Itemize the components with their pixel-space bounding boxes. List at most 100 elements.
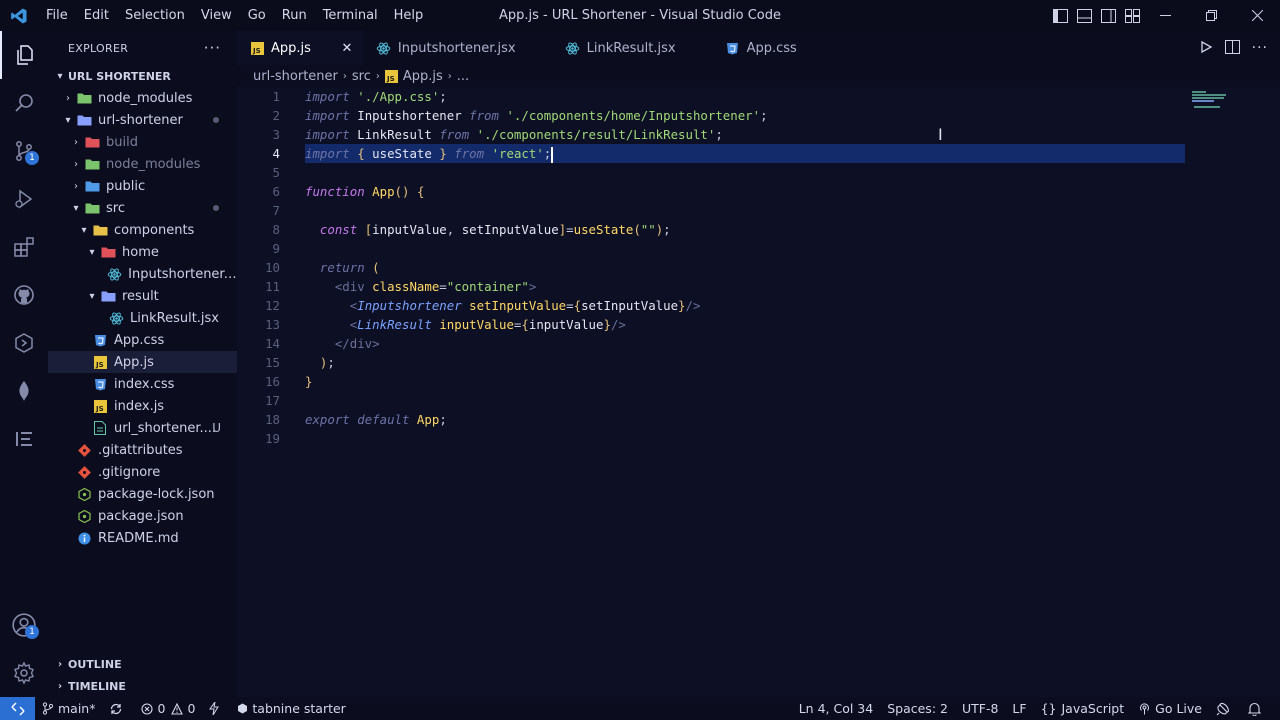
restore-icon[interactable] — [1188, 0, 1234, 31]
cursor-position[interactable]: Ln 4, Col 34 — [792, 697, 881, 720]
remote-indicator-icon[interactable] — [0, 697, 35, 720]
extensions-icon[interactable] — [0, 223, 48, 271]
feedback-icon[interactable] — [1209, 697, 1241, 720]
split-editor-icon[interactable] — [1224, 39, 1240, 58]
menu-go[interactable]: Go — [240, 0, 274, 31]
chevron-right-icon: › — [66, 92, 70, 104]
line-number: 2 — [272, 108, 280, 123]
lightning-icon[interactable] — [202, 697, 230, 720]
timeline-section[interactable]: › TIMELINE — [48, 675, 237, 697]
branch-name: main* — [58, 701, 96, 716]
tree-item[interactable]: › node_modules — [48, 153, 237, 175]
line-number: 10 — [265, 260, 280, 275]
chevron-down-icon: ▾ — [73, 202, 79, 214]
outline-section[interactable]: › OUTLINE — [48, 653, 237, 675]
run-debug-icon[interactable] — [0, 175, 48, 223]
tree-item[interactable]: LinkResult.jsx — [48, 307, 237, 329]
notifications-bell-icon[interactable] — [1241, 697, 1272, 720]
sync-icon[interactable] — [102, 697, 134, 720]
problems[interactable]: 0 0 — [134, 697, 202, 720]
tree-item[interactable]: ▾ src — [48, 197, 237, 219]
tree-item[interactable]: .gitignore — [48, 461, 237, 483]
tree-item[interactable]: App.css — [48, 329, 237, 351]
menu-run[interactable]: Run — [274, 0, 315, 31]
more-actions-icon[interactable]: ··· — [204, 39, 221, 57]
breadcrumb-item[interactable]: src — [352, 69, 371, 84]
editor-actions: ··· — [1199, 31, 1268, 65]
tree-item[interactable]: › build — [48, 131, 237, 153]
git-branch[interactable]: main* — [35, 697, 102, 720]
toggle-panel-icon[interactable] — [1076, 8, 1092, 24]
end-of-line[interactable]: LF — [1005, 697, 1033, 720]
encoding[interactable]: UTF-8 — [955, 697, 1005, 720]
code-token: function — [305, 184, 365, 199]
toggle-primary-sidebar-icon[interactable] — [1052, 8, 1068, 24]
tree-item[interactable]: README.md — [48, 527, 237, 549]
breadcrumb-item[interactable]: ... — [457, 69, 469, 84]
tree-item[interactable]: JS App.js — [48, 351, 237, 373]
more-editor-actions-icon[interactable]: ··· — [1252, 40, 1268, 56]
tree-item[interactable]: package.json — [48, 505, 237, 527]
tree-item[interactable]: ▾ url-shortener — [48, 109, 237, 131]
customize-layout-icon[interactable] — [1124, 8, 1140, 24]
tree-item[interactable]: package-lock.json — [48, 483, 237, 505]
code-token: } — [603, 317, 611, 332]
react-file-icon — [108, 310, 124, 326]
close-tab-icon[interactable]: ✕ — [339, 41, 355, 56]
tabnine-status[interactable]: tabnine starter — [230, 697, 352, 720]
code-token: ( — [372, 260, 380, 275]
tree-item-label: node_modules — [98, 90, 193, 106]
run-file-icon[interactable] — [1199, 39, 1213, 58]
language-mode[interactable]: {} JavaScript — [1034, 697, 1132, 720]
menu-file[interactable]: File — [38, 0, 76, 31]
tab-label: App.css — [746, 40, 797, 56]
menu-help[interactable]: Help — [386, 0, 432, 31]
indentation[interactable]: Spaces: 2 — [880, 697, 955, 720]
search-icon[interactable] — [0, 79, 48, 127]
tree-item-label: README.md — [98, 530, 179, 546]
tree-item[interactable]: JS index.js — [48, 395, 237, 417]
tree-item[interactable]: index.css — [48, 373, 237, 395]
tree-item[interactable]: › public — [48, 175, 237, 197]
tree-item[interactable]: ▾ components — [48, 219, 237, 241]
menu-edit[interactable]: Edit — [76, 0, 117, 31]
minimize-icon[interactable] — [1142, 0, 1188, 31]
remote-explorer-icon[interactable] — [0, 319, 48, 367]
tree-item[interactable]: ▾ result — [48, 285, 237, 307]
manage-gear-icon[interactable] — [0, 649, 48, 697]
tree-item-label: .gitignore — [98, 464, 161, 480]
tree-item-label: package.json — [98, 508, 184, 524]
code-token: ; — [439, 89, 447, 104]
error-icon — [141, 702, 154, 715]
explorer-icon[interactable] — [0, 31, 48, 79]
breadcrumb-separator-icon: › — [342, 70, 347, 82]
tree-item[interactable]: Inputshortener.j... — [48, 263, 237, 285]
github-icon[interactable] — [0, 271, 48, 319]
editor-tab[interactable]: LinkResult.jsx — [553, 31, 713, 65]
breadcrumb-item[interactable]: App.js — [403, 69, 443, 84]
workspace-root[interactable]: ▾ URL SHORTENER — [48, 65, 237, 87]
toggle-secondary-sidebar-icon[interactable] — [1100, 8, 1116, 24]
code-editor[interactable]: I 1 import './App.css'; 2 import Inputshort… — [237, 87, 1280, 697]
breadcrumb-item[interactable]: url-shortener — [253, 69, 338, 84]
vscode-window: File Edit Selection View Go Run Terminal Help A… — [0, 0, 1280, 720]
go-live[interactable]: Go Live — [1131, 697, 1209, 720]
code-token: ; — [543, 146, 552, 161]
editor-tab[interactable]: App.css — [713, 31, 834, 65]
tree-item[interactable]: › node_modules — [48, 87, 237, 109]
tree-item[interactable]: ▾ home — [48, 241, 237, 263]
editor-tab[interactable]: Inputshortener.jsx — [364, 31, 553, 65]
mongodb-icon[interactable] — [0, 367, 48, 415]
menu-terminal[interactable]: Terminal — [315, 0, 386, 31]
code-text: import LinkResult from './components/res… — [305, 125, 723, 144]
menu-selection[interactable]: Selection — [117, 0, 193, 31]
tree-item[interactable]: url_shortener.... U — [48, 417, 237, 439]
close-window-icon[interactable] — [1234, 0, 1280, 31]
editor-tab[interactable]: JS App.js ✕ — [237, 31, 364, 65]
source-control-icon[interactable]: 1 — [0, 127, 48, 175]
accounts-icon[interactable]: 1 — [0, 601, 48, 649]
outline-list-icon[interactable] — [0, 415, 48, 463]
tree-item[interactable]: .gitattributes — [48, 439, 237, 461]
menu-view[interactable]: View — [193, 0, 240, 31]
